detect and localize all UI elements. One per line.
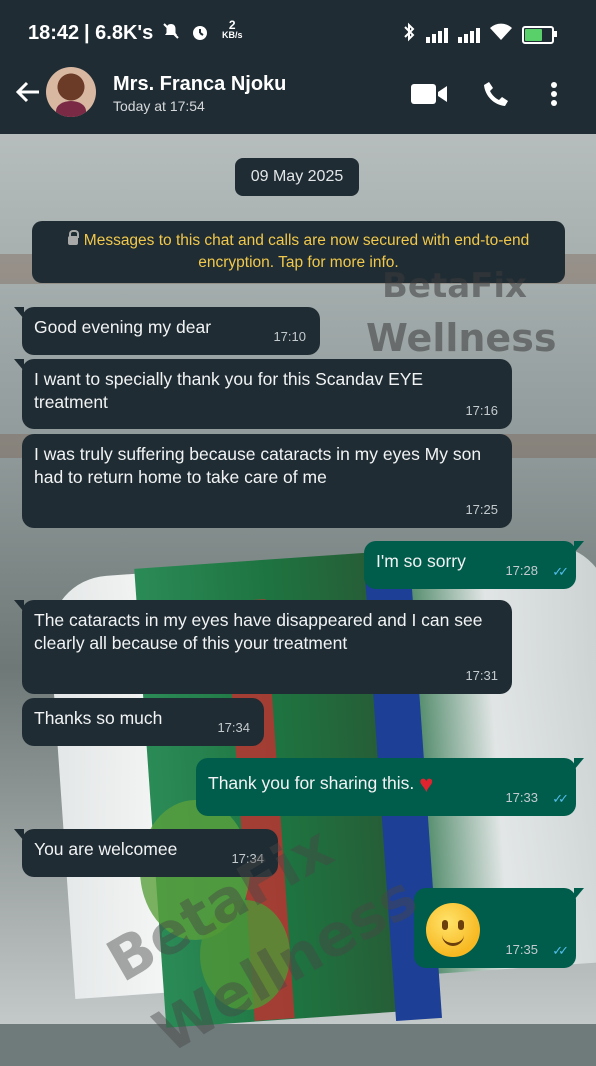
alarm-icon xyxy=(190,22,210,47)
read-ticks-icon: ✓✓ xyxy=(552,943,569,958)
message-text: Thanks so much xyxy=(34,708,163,728)
message-text: 🙂 xyxy=(426,914,427,915)
message-text: The cataracts in my eyes have disappeare… xyxy=(34,610,483,653)
message-bubble-incoming[interactable]: I want to specially thank you for this S… xyxy=(14,359,512,429)
encryption-notice[interactable]: Messages to this chat and calls are now … xyxy=(32,221,565,283)
message-time: 17:16 xyxy=(465,403,498,418)
message-bubble-incoming[interactable]: The cataracts in my eyes have disappeare… xyxy=(14,600,512,694)
message-text: I want to specially thank you for this S… xyxy=(34,369,424,412)
message-bubble-incoming[interactable]: You are welcomee 17:34 xyxy=(14,829,278,877)
message-time: 17:25 xyxy=(465,502,498,517)
message-text: Good evening my dear xyxy=(34,317,212,337)
emoji-eye xyxy=(442,920,448,930)
wifi-icon xyxy=(490,23,512,46)
contact-name[interactable]: Mrs. Franca Njoku xyxy=(113,73,286,96)
message-time: 17:33 xyxy=(505,790,538,805)
video-call-icon[interactable] xyxy=(410,80,448,113)
bluetooth-icon xyxy=(402,22,416,47)
battery-fill xyxy=(525,28,542,41)
status-net-speed: | 6.8K's xyxy=(84,22,154,44)
data-speed: 2 KB/s xyxy=(222,18,243,40)
data-speed-unit: KB/s xyxy=(222,30,243,40)
status-time: 18:42 xyxy=(28,22,80,44)
message-time: 17:31 xyxy=(465,668,498,683)
message-time: 17:28 xyxy=(505,563,538,578)
emoji-mouth xyxy=(442,931,464,946)
contact-last-seen: Today at 17:54 xyxy=(113,98,205,114)
more-vert-icon[interactable] xyxy=(550,80,558,113)
read-ticks-icon: ✓✓ xyxy=(552,791,569,806)
message-bubble-incoming[interactable]: Good evening my dear 17:10 xyxy=(14,307,320,355)
message-bubble-outgoing[interactable]: Thank you for sharing this. ♥ 17:33 ✓✓ xyxy=(196,758,584,816)
message-time: 17:34 xyxy=(231,851,264,866)
message-bubble-outgoing[interactable]: I'm so sorry 17:28 ✓✓ xyxy=(364,541,584,589)
message-time: 17:35 xyxy=(505,942,538,957)
wallpaper-leaf xyxy=(200,900,290,1010)
phone-icon[interactable] xyxy=(482,80,510,113)
signal-icon-2 xyxy=(458,27,480,43)
chat-header: Mrs. Franca Njoku Today at 17:54 xyxy=(0,64,596,134)
mute-icon xyxy=(162,22,180,45)
back-arrow-icon[interactable] xyxy=(14,78,44,108)
date-chip: 09 May 2025 xyxy=(235,158,359,196)
message-text: Thank you for sharing this. ♥ xyxy=(208,771,434,798)
message-text: I'm so sorry xyxy=(376,551,466,571)
avatar[interactable] xyxy=(46,67,96,117)
read-ticks-icon: ✓✓ xyxy=(552,564,569,579)
encryption-text: Messages to this chat and calls are now … xyxy=(83,232,530,271)
message-text: You are welcomee xyxy=(34,839,178,859)
status-bar: 18:42 | 6.8K's 2 KB/s xyxy=(0,0,596,64)
heart-icon: ♥ xyxy=(419,771,434,798)
message-bubble-incoming[interactable]: Thanks so much 17:34 xyxy=(22,698,264,746)
emoji-eye xyxy=(458,920,464,930)
data-speed-value: 2 xyxy=(228,18,236,32)
battery-icon xyxy=(522,25,557,44)
signal-icon-1 xyxy=(426,27,448,43)
message-time: 17:34 xyxy=(217,720,250,735)
message-time: 17:10 xyxy=(273,329,306,344)
lock-icon xyxy=(67,230,79,245)
message-text: I was truly suffering because cataracts … xyxy=(34,444,482,487)
slightly-smiling-face-icon xyxy=(426,903,480,957)
status-right-icons xyxy=(402,22,557,47)
message-bubble-incoming[interactable]: I was truly suffering because cataracts … xyxy=(22,434,512,528)
